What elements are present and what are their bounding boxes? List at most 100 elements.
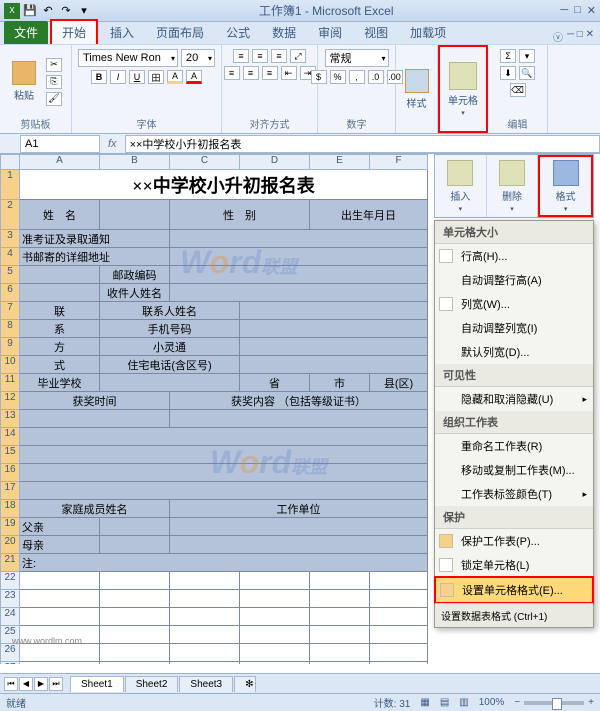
cell[interactable]: 方 xyxy=(20,338,100,356)
cell[interactable] xyxy=(20,608,100,626)
cell[interactable]: 性 别 xyxy=(170,200,310,230)
cell[interactable] xyxy=(170,626,240,644)
tab-addin[interactable]: 加载项 xyxy=(400,21,456,44)
sort-button[interactable]: ▾ xyxy=(519,49,535,63)
cell[interactable] xyxy=(170,284,428,302)
cell[interactable] xyxy=(20,446,428,464)
cell[interactable] xyxy=(170,644,240,662)
row-header[interactable]: 20 xyxy=(0,536,20,554)
tab-insert[interactable]: 插入 xyxy=(100,21,144,44)
view-layout-icon[interactable]: ▤ xyxy=(440,697,449,708)
cell[interactable] xyxy=(240,572,310,590)
cell[interactable] xyxy=(170,662,240,664)
undo-icon[interactable]: ↶ xyxy=(40,3,56,19)
autosum-button[interactable]: Σ xyxy=(500,49,516,63)
cell[interactable] xyxy=(310,608,370,626)
cell[interactable] xyxy=(20,266,100,284)
menu-tab-color[interactable]: 工作表标签颜色(T) xyxy=(435,482,593,506)
menu-hide-unhide[interactable]: 隐藏和取消隐藏(U) xyxy=(435,387,593,411)
row-header[interactable]: 10 xyxy=(0,356,20,374)
cell[interactable] xyxy=(20,284,100,302)
name-box[interactable]: A1 xyxy=(20,135,100,153)
cell[interactable] xyxy=(100,662,170,664)
fill-color-button[interactable]: A xyxy=(167,70,183,84)
zoom-in-button[interactable]: + xyxy=(588,697,594,708)
mini-delete-button[interactable]: 删除▾ xyxy=(487,155,539,217)
font-size-select[interactable]: 20 xyxy=(181,49,215,67)
menu-row-height[interactable]: 行高(H)... xyxy=(435,244,593,268)
row-header[interactable]: 7 xyxy=(0,302,20,320)
cell[interactable]: 手机号码 xyxy=(100,320,240,338)
cell[interactable] xyxy=(100,644,170,662)
cell[interactable]: 母亲 xyxy=(20,536,100,554)
cell[interactable] xyxy=(100,572,170,590)
cell[interactable]: 毕业学校 xyxy=(20,374,100,392)
mini-insert-button[interactable]: 插入▾ xyxy=(435,155,487,217)
cell[interactable]: 式 xyxy=(20,356,100,374)
cell[interactable] xyxy=(240,302,428,320)
cell[interactable]: 姓 名 xyxy=(20,200,100,230)
row-header[interactable]: 22 xyxy=(0,572,20,590)
tab-file[interactable]: 文件 xyxy=(4,21,48,44)
cut-icon[interactable]: ✂ xyxy=(46,58,62,72)
find-button[interactable]: 🔍 xyxy=(519,66,535,80)
cell[interactable] xyxy=(370,662,428,664)
mini-format-button[interactable]: 格式▾ xyxy=(538,155,593,217)
cell[interactable] xyxy=(240,626,310,644)
dec-inc-button[interactable]: .0 xyxy=(368,70,384,84)
cell[interactable] xyxy=(20,662,100,664)
align-center-button[interactable]: ≡ xyxy=(243,66,259,80)
cell[interactable] xyxy=(20,572,100,590)
menu-protect-sheet[interactable]: 保护工作表(P)... xyxy=(435,529,593,553)
cell[interactable]: 书邮寄的详细地址 xyxy=(20,248,170,266)
cell[interactable] xyxy=(170,230,428,248)
cell[interactable] xyxy=(170,572,240,590)
cells-button[interactable]: 单元格▾ xyxy=(446,62,480,117)
cell[interactable]: 父亲 xyxy=(20,518,100,536)
cell[interactable]: 出生年月日 xyxy=(310,200,428,230)
redo-icon[interactable]: ↷ xyxy=(58,3,74,19)
help-icon[interactable]: ─ □ ✕ xyxy=(567,29,594,44)
align-mid-button[interactable]: ≡ xyxy=(252,49,268,63)
menu-format-cells[interactable]: 设置单元格格式(E)... xyxy=(434,576,594,604)
cell[interactable] xyxy=(100,200,170,230)
zoom-level[interactable]: 100% xyxy=(479,697,505,708)
row-header[interactable]: 14 xyxy=(0,428,20,446)
font-color-button[interactable]: A xyxy=(186,70,202,84)
cell[interactable]: 收件人姓名 xyxy=(100,284,170,302)
align-right-button[interactable]: ≡ xyxy=(262,66,278,80)
fx-icon[interactable]: fx xyxy=(108,138,117,150)
orient-button[interactable]: ⤢ xyxy=(290,49,306,63)
tab-nav-next[interactable]: ▶ xyxy=(34,677,48,691)
cell[interactable] xyxy=(100,590,170,608)
menu-default-width[interactable]: 默认列宽(D)... xyxy=(435,340,593,364)
paste-button[interactable]: 粘贴 xyxy=(6,61,42,102)
tab-view[interactable]: 视图 xyxy=(354,21,398,44)
view-normal-icon[interactable]: ▦ xyxy=(420,697,429,708)
tab-data[interactable]: 数据 xyxy=(262,21,306,44)
row-header[interactable]: 18 xyxy=(0,500,20,518)
cell[interactable] xyxy=(170,248,428,266)
row-header[interactable]: 23 xyxy=(0,590,20,608)
formula-bar[interactable]: ××中学校小升初报名表 xyxy=(125,135,600,153)
cell[interactable] xyxy=(170,536,428,554)
col-header[interactable]: D xyxy=(240,154,310,170)
styles-button[interactable]: 样式 xyxy=(402,69,431,110)
cell[interactable] xyxy=(310,572,370,590)
worksheet-grid[interactable]: ABCDEF 1××中学校小升初报名表2姓 名性 别出生年月日3准考证及录取通知… xyxy=(0,154,430,664)
menu-col-width[interactable]: 列宽(W)... xyxy=(435,292,593,316)
cell[interactable]: 省 xyxy=(240,374,310,392)
cell[interactable] xyxy=(20,410,170,428)
cell[interactable]: 家庭成员姓名 xyxy=(20,500,170,518)
tab-nav-prev[interactable]: ◀ xyxy=(19,677,33,691)
fill-button[interactable]: ⬇ xyxy=(500,66,516,80)
border-button[interactable]: 田 xyxy=(148,70,164,84)
currency-button[interactable]: $ xyxy=(311,70,327,84)
tab-formula[interactable]: 公式 xyxy=(216,21,260,44)
cell[interactable] xyxy=(240,644,310,662)
col-header[interactable]: F xyxy=(370,154,428,170)
minimize-icon[interactable]: ─ xyxy=(560,4,568,17)
cell[interactable] xyxy=(370,590,428,608)
row-header[interactable]: 12 xyxy=(0,392,20,410)
cell[interactable] xyxy=(240,320,428,338)
